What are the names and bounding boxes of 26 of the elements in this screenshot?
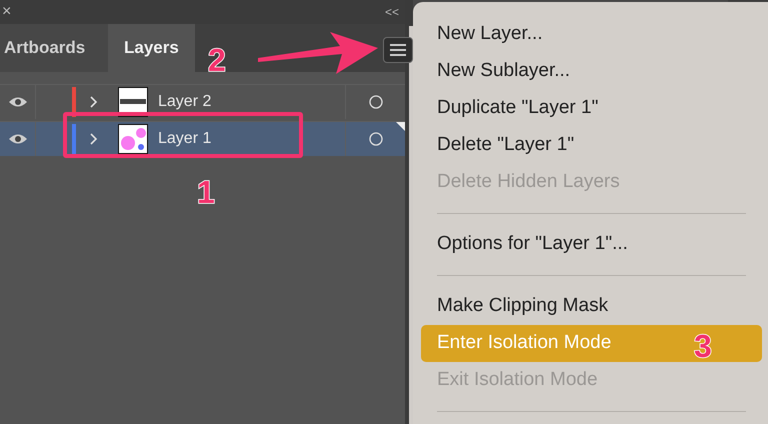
menu-button[interactable] <box>383 37 413 63</box>
corner-triangle-icon <box>396 122 405 131</box>
eye-icon[interactable] <box>8 96 28 108</box>
chevron-right-icon[interactable] <box>90 133 98 145</box>
callout-number: 1 <box>197 176 215 208</box>
menu-item[interactable]: New Sublayer... <box>421 53 762 90</box>
panel-tab[interactable]: Artboards <box>0 24 108 72</box>
callout-number: 3 <box>694 330 712 362</box>
chevron-right-icon[interactable] <box>90 96 98 108</box>
menu-item[interactable]: Options for "Layer 1"... <box>421 226 762 263</box>
target-circle-icon[interactable] <box>368 132 382 146</box>
menu-item[interactable]: Delete "Layer 1" <box>421 127 762 164</box>
callout-number: 2 <box>208 44 226 76</box>
menu-item[interactable]: New Layer... <box>421 16 762 53</box>
layer-row[interactable]: Layer 2 <box>0 84 405 119</box>
menu-item[interactable]: Make Clipping Mask <box>421 288 762 325</box>
layer-name: Layer 2 <box>158 92 212 112</box>
layer-name: Layer 1 <box>158 129 212 149</box>
target-circle-icon[interactable] <box>368 95 382 109</box>
collapse-button[interactable]: << <box>384 6 399 18</box>
bubbles-thumbnail-icon <box>118 124 148 154</box>
menu-item[interactable]: Duplicate "Layer 1" <box>421 90 762 127</box>
eye-icon[interactable] <box>8 133 28 145</box>
panel-tab[interactable]: Layers <box>108 24 195 72</box>
close-button[interactable]: × <box>2 4 12 20</box>
layer-row[interactable]: Layer 1 <box>0 121 405 156</box>
